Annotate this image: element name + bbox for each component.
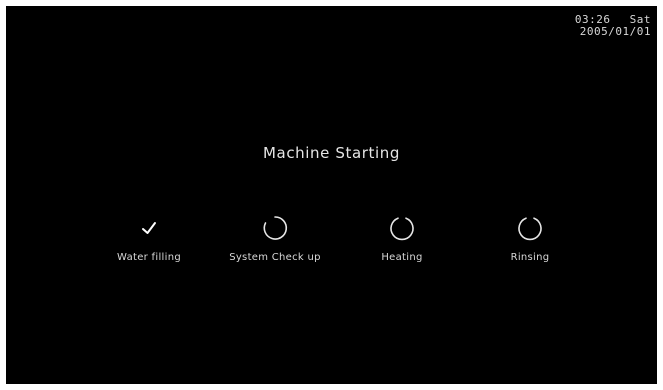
step-label: Heating	[381, 252, 423, 263]
status-clock: 03:26 Sat 2005/01/01	[575, 14, 651, 38]
spinner-icon	[263, 216, 288, 240]
step-label: Rinsing	[510, 252, 550, 263]
page-title: Machine Starting	[263, 144, 400, 162]
spinner-icon	[390, 217, 414, 241]
step-system-check-up: System Check up	[205, 214, 345, 263]
step-rinsing: Rinsing	[460, 214, 600, 263]
step-label: System Check up	[229, 252, 321, 263]
step-label: Water filling	[117, 252, 181, 263]
date-readout: 2005/01/01	[579, 25, 651, 38]
check-icon	[142, 222, 156, 234]
machine-display: 03:26 Sat 2005/01/01 Machine Starting Wa…	[6, 6, 657, 384]
step-heating: Heating	[332, 214, 472, 263]
step-water-filling: Water filling	[79, 214, 219, 263]
spinner-icon	[518, 217, 542, 241]
